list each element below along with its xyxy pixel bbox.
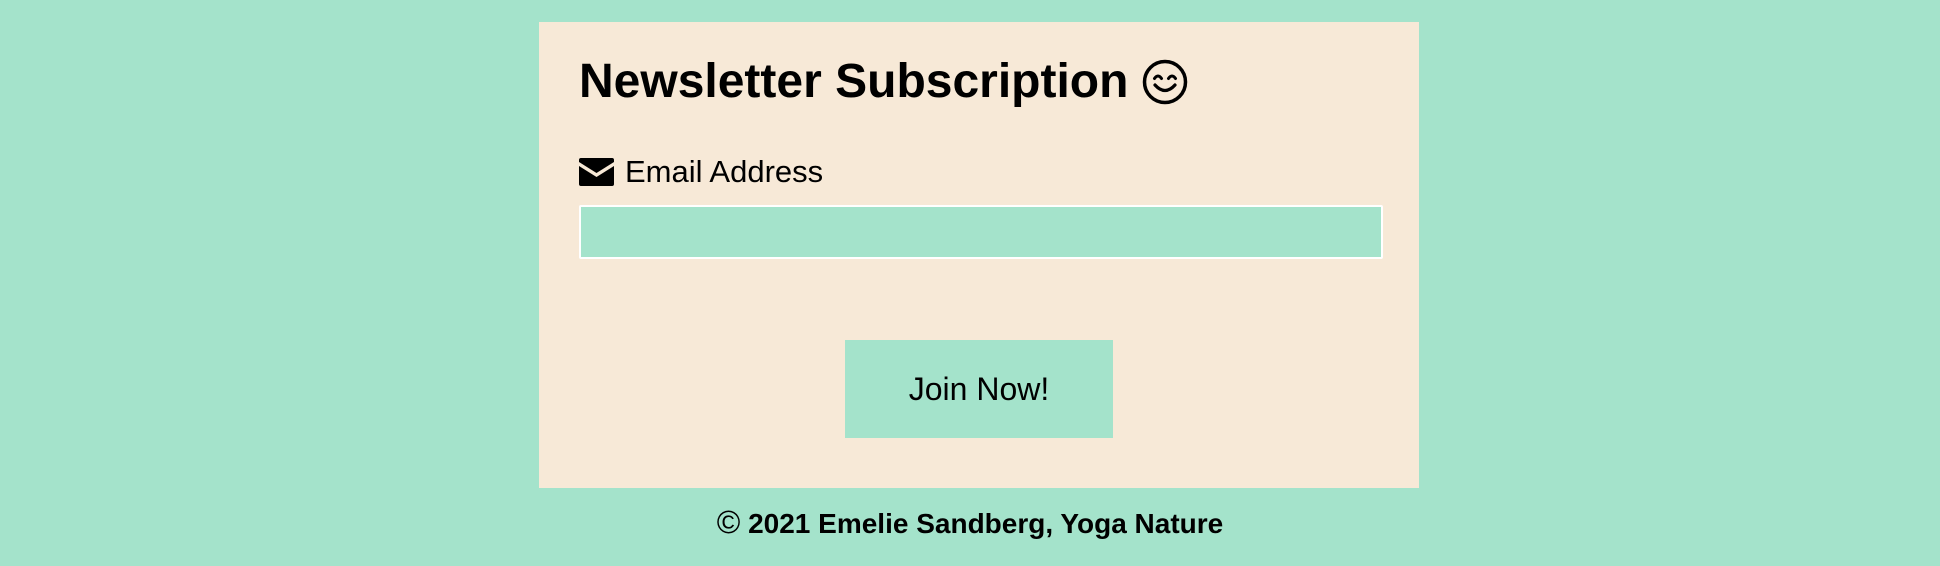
email-label: Email Address	[579, 156, 823, 187]
envelope-icon	[579, 157, 614, 186]
email-label-text: Email Address	[625, 154, 824, 189]
copyright-text: 2021 Emelie Sandberg, Yoga Nature	[748, 508, 1224, 539]
email-field[interactable]	[579, 205, 1383, 259]
copyright-symbol: ©	[716, 504, 741, 540]
footer: © 2021 Emelie Sandberg, Yoga Nature	[0, 503, 1940, 541]
page-title-text: Newsletter Subscription	[579, 55, 1129, 108]
newsletter-card: Newsletter Subscription Email Address Jo…	[539, 22, 1419, 488]
join-now-button[interactable]: Join Now!	[845, 340, 1113, 438]
page-title: Newsletter Subscription	[579, 58, 1188, 106]
smiling-face-icon	[1143, 59, 1188, 105]
